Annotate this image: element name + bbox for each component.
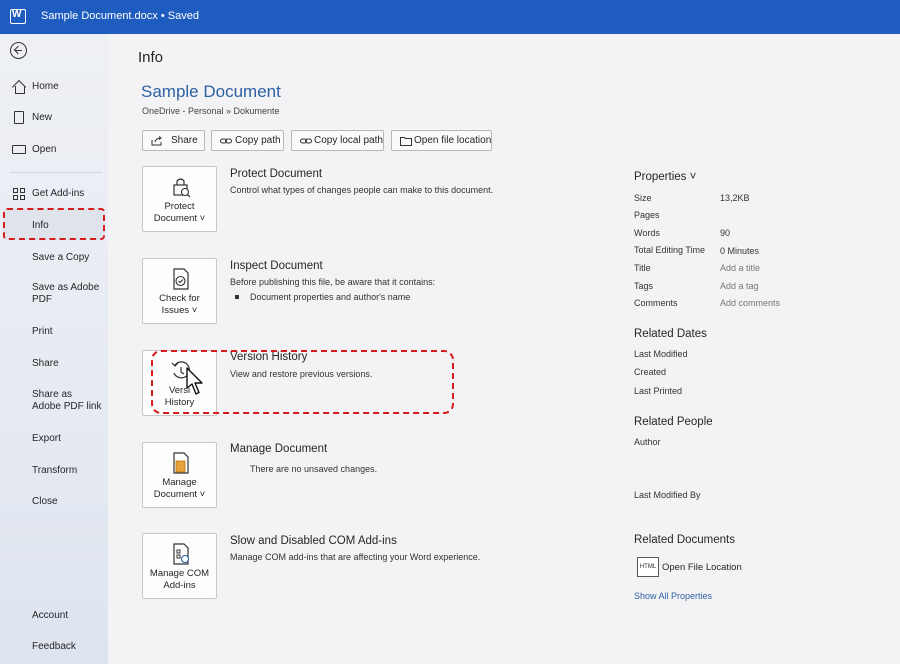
folder-icon	[12, 145, 26, 154]
property-label: Pages	[634, 210, 660, 220]
open-file-location-button[interactable]: Open file location	[391, 130, 492, 151]
share-icon	[151, 136, 162, 146]
word-app-icon	[10, 9, 26, 24]
title-field[interactable]: Add a title	[720, 263, 760, 273]
property-value: 13,2KB	[720, 193, 750, 203]
info-selected-highlight	[3, 208, 105, 240]
sidebar-item-label: Share	[32, 358, 59, 369]
sidebar-item-label: Export	[32, 433, 61, 444]
lock-icon	[173, 178, 191, 198]
sidebar-item-label: Transform	[32, 465, 78, 476]
sidebar-item-label: Save as Adobe PDF	[32, 282, 100, 305]
link-icon	[220, 138, 232, 144]
manage-com-addins-button[interactable]: Manage COM Add-ins	[142, 533, 217, 599]
sidebar-divider	[10, 172, 102, 173]
sidebar-item-label: Account	[32, 610, 69, 621]
check-for-issues-button[interactable]: Check for Issues ˅	[142, 258, 217, 324]
related-dates-title: Related Dates	[634, 328, 707, 340]
copy-local-path-button[interactable]: Copy local path	[291, 130, 384, 151]
document-path[interactable]: OneDrive - Personal » Dokumente	[142, 106, 280, 116]
back-arrow-icon[interactable]	[10, 42, 27, 59]
section-title: Slow and Disabled COM Add-ins	[230, 535, 397, 547]
backstage-sidebar: Home New Open Get Add-ins Info Save a Co…	[0, 34, 108, 664]
sidebar-item-label: Open	[32, 144, 57, 155]
sidebar-item-label: Close	[32, 496, 58, 507]
sidebar-item-label: Save a Copy	[32, 252, 90, 263]
document-title: Sample Document.docx • Saved	[41, 10, 199, 22]
property-label: Size	[634, 193, 652, 203]
com-addins-icon	[173, 543, 190, 565]
property-label: Author	[634, 437, 661, 447]
sidebar-item-label: Home	[32, 81, 59, 92]
document-name: Sample Document	[141, 82, 281, 101]
properties-dropdown[interactable]: Properties ˅	[634, 171, 696, 183]
property-label: Last Modified	[634, 349, 688, 359]
protect-document-button[interactable]: Protect Document ˅	[142, 166, 217, 232]
property-value: 90	[720, 228, 731, 238]
property-label: Last Printed	[634, 386, 683, 396]
section-description: Before publishing this file, be aware th…	[230, 277, 436, 287]
sidebar-item-label: Get Add-ins	[32, 188, 85, 199]
section-title: Inspect Document	[230, 260, 323, 272]
html-file-icon: HTML	[637, 557, 659, 577]
link-icon	[300, 138, 312, 144]
related-people-title: Related People	[634, 416, 713, 428]
copy-path-button[interactable]: Copy path	[211, 130, 284, 151]
property-label: Title	[634, 263, 651, 273]
show-all-properties-link[interactable]: Show All Properties	[634, 591, 712, 601]
property-label: Created	[634, 367, 667, 377]
property-label: Comments	[634, 298, 678, 308]
section-description: There are no unsaved changes.	[250, 464, 378, 474]
manage-document-button[interactable]: Manage Document ˅	[142, 442, 217, 508]
section-title: Protect Document	[230, 168, 323, 180]
property-label: Words	[634, 228, 660, 238]
section-description: Control what types of changes people can…	[230, 185, 494, 195]
section-description: Manage COM add-ins that are affecting yo…	[230, 552, 481, 562]
sidebar-item-label: Print	[32, 326, 53, 337]
related-documents-title: Related Documents	[634, 534, 735, 546]
addins-grid-icon	[12, 187, 26, 201]
sidebar-item-label: Share as Adobe PDF link	[32, 389, 102, 412]
tags-field[interactable]: Add a tag	[720, 281, 759, 291]
open-file-location-link[interactable]: Open File Location	[662, 562, 742, 573]
manage-document-icon	[173, 452, 189, 474]
new-document-icon	[14, 111, 24, 124]
sidebar-item-label: Feedback	[32, 641, 76, 652]
property-label: Last Modified By	[634, 490, 701, 500]
home-icon	[12, 80, 26, 94]
sidebar-item-label: New	[32, 112, 53, 123]
property-label: Tags	[634, 281, 654, 291]
page-title: Info	[138, 49, 164, 66]
share-button[interactable]: Share	[142, 130, 205, 151]
comments-field[interactable]: Add comments	[720, 298, 780, 308]
inspect-document-icon	[173, 268, 189, 290]
section-title: Manage Document	[230, 443, 328, 455]
mouse-pointer-icon	[186, 367, 203, 395]
folder-icon	[400, 137, 412, 146]
property-value: 0 Minutes	[720, 246, 760, 256]
property-label: Total Editing Time	[634, 245, 706, 255]
title-bar: Sample Document.docx • Saved	[0, 0, 900, 34]
sidebar-item-label: Info	[32, 220, 49, 231]
